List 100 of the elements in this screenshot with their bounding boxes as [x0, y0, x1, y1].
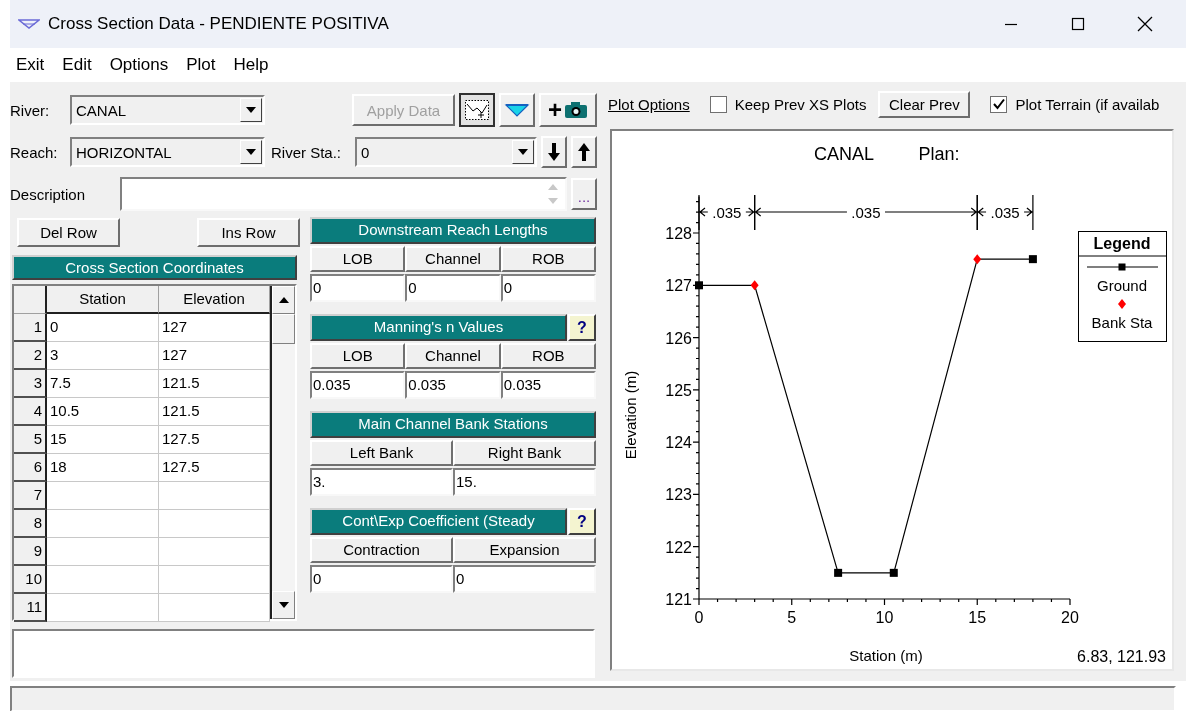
next-station-button[interactable]	[541, 136, 567, 168]
input-field[interactable]: 0	[310, 274, 406, 302]
water-level-icon	[18, 18, 40, 30]
more-button[interactable]: ...	[571, 178, 597, 210]
window-title: Cross Section Data - PENDIENTE POSITIVA	[48, 14, 389, 34]
dropdown-button[interactable]	[512, 140, 534, 164]
tick-label: 123	[665, 486, 692, 504]
row-button[interactable]: Ins Row	[197, 217, 300, 247]
caret-icon	[246, 149, 256, 155]
row-number: 6	[14, 454, 47, 482]
column-header: ROB	[500, 343, 596, 369]
column-header: Channel	[405, 246, 501, 272]
input-field[interactable]: 0	[453, 565, 596, 593]
previous-station-button[interactable]	[571, 136, 597, 168]
water-section-icon	[504, 102, 530, 118]
toolbar-button[interactable]: +	[539, 93, 597, 127]
tick-label: 20	[1061, 609, 1079, 626]
input-field[interactable]: 0.035	[310, 371, 406, 399]
field-label: Reach:	[10, 143, 59, 161]
column-header: Right Bank	[453, 440, 596, 466]
tick-label: 122	[665, 538, 692, 556]
legend-title: Legend	[1093, 235, 1151, 252]
column-header: Left Bank	[310, 440, 453, 466]
input-field[interactable]: 0	[310, 565, 453, 593]
input-field[interactable]: 3.	[310, 468, 453, 496]
table-cell[interactable]	[47, 510, 159, 538]
tick-label: 126	[665, 329, 692, 347]
check-icon	[992, 98, 1005, 110]
panel-title: Manning's n Values	[310, 314, 567, 341]
toolbar-button[interactable]	[459, 93, 495, 127]
clear-prev-button[interactable]: Clear Prev	[878, 90, 971, 118]
table-cell[interactable]: 18	[47, 454, 159, 482]
input-field[interactable]: 0.035	[405, 371, 501, 399]
roughness-label: .035	[990, 204, 1020, 221]
row-button[interactable]: Del Row	[17, 217, 120, 247]
column-header: LOB	[310, 343, 406, 369]
input-field[interactable]: 0	[500, 274, 596, 302]
row-number: 7	[14, 482, 47, 510]
table-cell[interactable]: 7.5	[47, 370, 159, 398]
menu-item[interactable]: Exit	[16, 53, 45, 77]
description-field[interactable]	[120, 177, 567, 211]
tick-label: 127	[665, 277, 692, 295]
scroll-up-icon	[278, 297, 289, 303]
scroll-thumb[interactable]	[272, 314, 295, 344]
dropdown-field[interactable]: CANAL	[70, 95, 265, 125]
table-cell[interactable]	[47, 538, 159, 566]
menu-item[interactable]: Options	[109, 53, 169, 77]
dropdown-field[interactable]: HORIZONTAL	[70, 137, 265, 167]
row-number: 3	[14, 370, 47, 398]
row-number: 10	[14, 566, 47, 594]
panel-title: Downstream Reach Lengths	[310, 217, 596, 244]
input-field[interactable]: 0.035	[500, 371, 596, 399]
checkbox[interactable]	[990, 95, 1008, 113]
checkbox-label: Plot Terrain (if availab	[1015, 95, 1160, 113]
menu-item[interactable]: Plot	[186, 53, 216, 77]
row-number: 1	[14, 314, 47, 342]
tick-label: 10	[875, 609, 894, 626]
table-cell[interactable]: 0	[47, 314, 159, 342]
spinner-icon	[547, 182, 559, 206]
panel-title: Cont\Exp Coefficient (Steady	[310, 508, 567, 535]
legend-label: Ground	[1097, 277, 1147, 294]
maximize-icon	[1070, 17, 1085, 31]
help-button[interactable]: ?	[568, 314, 596, 341]
column-header[interactable]: Station	[47, 286, 159, 314]
cursor-readout: 6.83, 121.93	[1077, 648, 1166, 665]
roughness-label: .035	[851, 204, 881, 221]
table-cell[interactable]: 3	[47, 342, 159, 370]
tick-label: 128	[665, 225, 692, 242]
table-cell[interactable]	[47, 482, 159, 510]
dropdown-button[interactable]	[240, 98, 262, 122]
legend-label: Bank Sta	[1091, 314, 1153, 331]
field-value: HORIZONTAL	[75, 143, 173, 161]
table-cell[interactable]	[47, 594, 159, 622]
table-cell[interactable]	[47, 566, 159, 594]
caret-icon	[246, 107, 256, 113]
menu-item[interactable]: Help	[233, 53, 269, 77]
table-cell[interactable]: 15	[47, 426, 159, 454]
scrollbar[interactable]	[270, 286, 295, 619]
row-number: 5	[14, 426, 47, 454]
help-button[interactable]: ?	[568, 508, 596, 535]
roughness-label: .035	[712, 204, 742, 221]
plot-options-link[interactable]: Plot Options	[608, 95, 690, 113]
row-number: 9	[14, 538, 47, 566]
field-label: River:	[10, 101, 51, 119]
column-header[interactable]: Elevation	[159, 286, 270, 314]
dropdown-field[interactable]: 0	[355, 137, 537, 167]
table-title: Cross Section Coordinates	[12, 255, 297, 280]
table-cell[interactable]: 10.5	[47, 398, 159, 426]
input-field[interactable]: 15.	[453, 468, 596, 496]
menu-item[interactable]: Edit	[62, 53, 92, 77]
column-header: Expansion	[453, 537, 596, 563]
checkbox[interactable]	[709, 95, 727, 113]
plan-label: Plan:	[918, 144, 960, 164]
checkbox-label: Keep Prev XS Plots	[734, 95, 867, 113]
up-arrow-icon	[578, 143, 590, 161]
input-field[interactable]: 0	[405, 274, 501, 302]
row-number: 8	[14, 510, 47, 538]
dropdown-button[interactable]	[240, 140, 262, 164]
tick-label: 15	[968, 609, 987, 626]
tick-label: 0	[694, 609, 704, 626]
